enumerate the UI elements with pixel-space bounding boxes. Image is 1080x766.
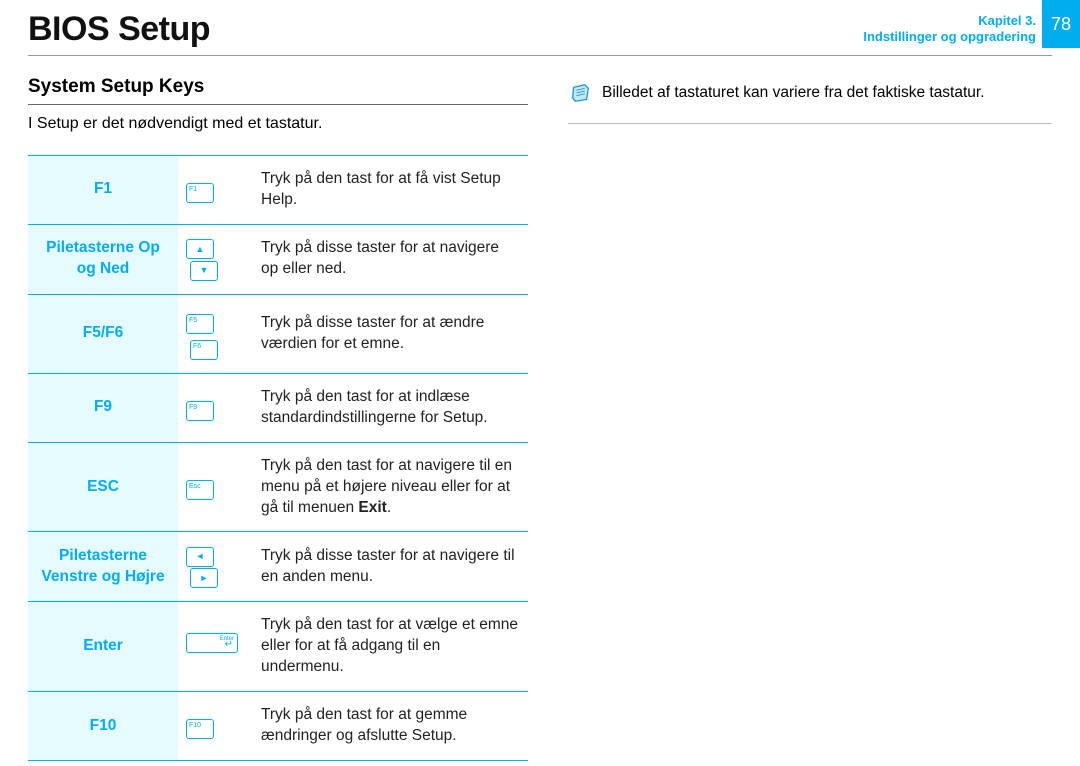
- keycap-arrow-icon: ►: [190, 568, 218, 588]
- header-divider: [28, 55, 1052, 56]
- key-name: F1: [28, 156, 178, 225]
- keycap-enter-icon: Enter↵: [186, 633, 238, 653]
- chapter-sub: Indstillinger og opgradering: [863, 29, 1036, 45]
- key-name: F10: [28, 692, 178, 761]
- key-description: Tryk på disse taster for at navigere op …: [253, 224, 528, 294]
- keycap-icon: F1: [186, 183, 214, 203]
- keycap-icon: F10: [186, 719, 214, 739]
- table-row: F1 F1 Tryk på den tast for at få vist Setu…: [28, 156, 528, 225]
- key-description: Tryk på den tast for at navigere til en …: [253, 442, 528, 532]
- breadcrumb: Kapitel 3. Indstillinger og opgradering …: [863, 10, 1080, 48]
- key-icon-cell: ▲▼: [178, 224, 253, 294]
- key-name: Piletasterne Op og Ned: [28, 224, 178, 294]
- table-row: Piletasterne Op og Ned▲▼Tryk på disse ta…: [28, 224, 528, 294]
- section-intro: I Setup er det nødvendigt med et tastatu…: [28, 115, 528, 133]
- key-name: F5/F6: [28, 294, 178, 373]
- keycap-arrow-icon: ◄: [186, 547, 214, 567]
- note-text: Billedet af tastaturet kan variere fra d…: [602, 82, 985, 102]
- section-title: System Setup Keys: [28, 76, 528, 98]
- note-icon: [570, 82, 592, 109]
- keycap-icon: F6: [190, 340, 218, 360]
- key-name: Piletasterne Venstre og Højre: [28, 532, 178, 602]
- key-description: Tryk på disse taster for at navigere til…: [253, 532, 528, 602]
- key-description: Tryk på den tast for at gemme ændringer …: [253, 692, 528, 761]
- key-icon-cell: F5F6: [178, 294, 253, 373]
- key-description: Tryk på den tast for at indlæse standard…: [253, 373, 528, 442]
- table-row: Piletasterne Venstre og Højre◄►Tryk på d…: [28, 532, 528, 602]
- key-icon-cell: F10: [178, 692, 253, 761]
- section-divider: [28, 104, 528, 105]
- keycap-icon: F9: [186, 401, 214, 421]
- key-name: F9: [28, 373, 178, 442]
- keyboard-note: Billedet af tastaturet kan variere fra d…: [568, 76, 1052, 124]
- table-row: F9 F9 Tryk på den tast for at indlæse stan…: [28, 373, 528, 442]
- keycap-arrow-icon: ▼: [190, 261, 218, 281]
- key-name: Enter: [28, 602, 178, 692]
- keys-table: F1 F1 Tryk på den tast for at få vist Setu…: [28, 155, 528, 761]
- page-header: BIOS Setup Kapitel 3. Indstillinger og o…: [0, 0, 1080, 55]
- table-row: F10 F10 Tryk på den tast for at gemme ændr…: [28, 692, 528, 761]
- keycap-icon: F5: [186, 314, 214, 334]
- key-description: Tryk på den tast for at få vist Setup He…: [253, 156, 528, 225]
- table-row: F5/F6F5F6Tryk på disse taster for at ænd…: [28, 294, 528, 373]
- key-icon-cell: Esc: [178, 442, 253, 532]
- key-description: Tryk på disse taster for at ændre værdie…: [253, 294, 528, 373]
- key-name: ESC: [28, 442, 178, 532]
- left-column: System Setup Keys I Setup er det nødvend…: [28, 76, 528, 761]
- page-number-badge: 78: [1042, 0, 1080, 48]
- page-title: BIOS Setup: [28, 10, 210, 49]
- key-icon-cell: Enter↵: [178, 602, 253, 692]
- key-icon-cell: F9: [178, 373, 253, 442]
- chapter-label: Kapitel 3.: [863, 13, 1036, 29]
- table-row: ESC Esc Tryk på den tast for at navigere t…: [28, 442, 528, 532]
- key-description: Tryk på den tast for at vælge et emne el…: [253, 602, 528, 692]
- table-row: Enter Enter↵ Tryk på den tast for at vælge…: [28, 602, 528, 692]
- keycap-arrow-icon: ▲: [186, 239, 214, 259]
- right-column: Billedet af tastaturet kan variere fra d…: [568, 76, 1052, 761]
- key-icon-cell: ◄►: [178, 532, 253, 602]
- keycap-icon: Esc: [186, 480, 214, 500]
- key-icon-cell: F1: [178, 156, 253, 225]
